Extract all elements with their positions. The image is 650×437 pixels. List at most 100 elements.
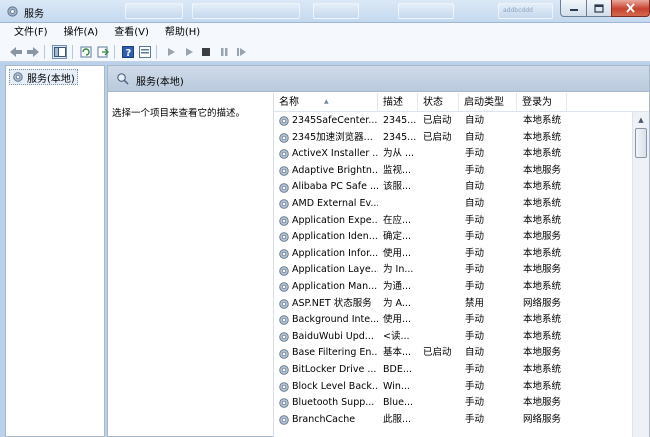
service-logon-as: 本地服务 [523, 347, 562, 359]
list-header: ▲ 名称 描述 状态 启动类型 登录为 [274, 93, 649, 112]
stop-service-button[interactable] [198, 45, 213, 59]
maximize-button[interactable] [586, 0, 612, 17]
service-row[interactable]: Block Level Back... Win... 手动 本地系统 [274, 379, 632, 396]
menu-file[interactable]: 文件(F) [6, 23, 56, 42]
toolbar: ? [0, 42, 650, 62]
service-row[interactable]: Application Iden... 确定... 手动 本地服务 [274, 229, 632, 246]
column-header-desc[interactable]: 描述 [378, 93, 418, 112]
scroll-up-arrow-icon[interactable]: ▲ [634, 113, 648, 127]
pause-service-button[interactable] [216, 45, 231, 59]
service-row[interactable]: Background Inte... 使用... 手动 本地系统 [274, 312, 632, 329]
help-icon: ? [121, 46, 134, 58]
service-row[interactable]: Alibaba PC Safe ... 该服... 自动 本地系统 [274, 179, 632, 196]
scroll-thumb[interactable] [635, 128, 647, 158]
service-row[interactable]: Application Laye... 为 In... 手动 本地服务 [274, 262, 632, 279]
show-hide-console-tree-button[interactable] [52, 45, 67, 59]
forward-button[interactable] [25, 45, 40, 59]
help-button[interactable]: ? [120, 45, 135, 59]
service-logon-as: 本地系统 [523, 314, 562, 326]
service-name: BaiduWubi Upd... [292, 330, 374, 342]
vertical-scrollbar[interactable]: ▲ [632, 112, 649, 437]
service-row[interactable]: Application Man... 为通... 手动 本地系统 [274, 279, 632, 296]
start-service-button[interactable] [163, 45, 178, 59]
refresh-button[interactable] [78, 45, 93, 59]
toolbar-separator [156, 45, 157, 59]
properties-button[interactable] [137, 45, 152, 59]
service-name: ActiveX Installer ... [292, 148, 378, 160]
maximize-icon [594, 3, 604, 13]
service-name: Block Level Back... [292, 380, 378, 392]
column-header-status[interactable]: 状态 [418, 93, 459, 112]
column-header-startup-type[interactable]: 启动类型 [459, 93, 517, 112]
service-row[interactable]: AMD External Ev... 自动 本地系统 [274, 196, 632, 213]
menu-bar: 文件(F) 操作(A) 查看(V) 帮助(H) [0, 23, 650, 42]
service-description: <读... [383, 330, 410, 342]
service-row[interactable]: BaiduWubi Upd... <读... 手动 本地系统 [274, 329, 632, 346]
back-button[interactable] [8, 45, 23, 59]
service-gear-icon [278, 165, 290, 177]
search-gear-icon [117, 73, 129, 85]
menu-help[interactable]: 帮助(H) [157, 23, 208, 42]
service-status [423, 312, 459, 329]
svg-text:?: ? [125, 48, 131, 58]
service-gear-icon [278, 364, 290, 376]
minimize-button[interactable] [560, 0, 587, 17]
service-logon-as: 本地系统 [523, 148, 562, 160]
export-list-button[interactable] [95, 45, 110, 59]
service-row[interactable]: 2345SafeCenter... 2345... 已启动 自动 本地系统 [274, 113, 632, 130]
service-startup-type: 手动 [465, 264, 485, 276]
service-startup-type: 禁用 [465, 297, 485, 309]
service-row[interactable]: BitLocker Drive ... BDE... 手动 本地系统 [274, 362, 632, 379]
service-logon-as: 本地系统 [523, 380, 562, 392]
service-description: 使用... [383, 314, 412, 326]
service-startup-type: 手动 [465, 397, 485, 409]
service-description: 使用... [383, 247, 412, 259]
service-startup-type: 自动 [465, 115, 485, 126]
resume-icon [237, 48, 246, 56]
service-row[interactable]: Adaptive Brightn... 监视... 手动 本地服务 [274, 163, 632, 180]
column-header-name[interactable]: ▲ 名称 [274, 93, 378, 112]
pause-icon [220, 48, 227, 56]
service-row[interactable]: Application Expe... 在应... 手动 本地系统 [274, 213, 632, 230]
column-header-logon-as[interactable]: 登录为 [517, 93, 567, 112]
service-logon-as: 本地系统 [523, 214, 562, 226]
service-startup-type: 手动 [465, 413, 485, 425]
play-icon [167, 48, 175, 56]
service-gear-icon [278, 198, 290, 210]
forward-icon [26, 47, 39, 57]
tree-item-services-local[interactable]: 服务(本地) [9, 69, 78, 85]
service-row[interactable]: 2345加速浏览器... 2345... 已启动 自动 本地系统 [274, 130, 632, 147]
start-service-alt-button[interactable] [181, 45, 196, 59]
service-description: Win... [383, 380, 410, 392]
service-status [423, 412, 459, 429]
service-startup-type: 手动 [465, 330, 485, 342]
service-row[interactable]: BranchCache 此服... 手动 网络服务 [274, 412, 632, 429]
close-button[interactable] [611, 0, 650, 17]
service-row[interactable]: Application Infor... 使用... 手动 本地系统 [274, 246, 632, 263]
service-description: 在应... [383, 214, 412, 226]
service-startup-type: 自动 [465, 347, 485, 359]
menu-view[interactable]: 查看(V) [106, 23, 157, 42]
service-status: 已启动 [423, 131, 452, 143]
resume-service-button[interactable] [234, 45, 249, 59]
service-status [423, 362, 459, 379]
service-row[interactable]: ActiveX Installer ... 为从 ... 手动 本地系统 [274, 146, 632, 163]
service-description [383, 196, 419, 213]
service-status [423, 213, 459, 230]
service-row[interactable]: Base Filtering En... 基本... 已启动 自动 本地服务 [274, 345, 632, 362]
services-list: ▲ 名称 描述 状态 启动类型 登录为 2345SafeCenter... 234… [273, 93, 649, 437]
service-description: 基本... [383, 347, 412, 359]
service-name: BranchCache [292, 413, 356, 425]
service-row[interactable]: Bluetooth Supp... Blue... 手动 本地服务 [274, 395, 632, 412]
service-logon-as: 本地系统 [523, 181, 562, 193]
menu-action[interactable]: 操作(A) [56, 23, 107, 42]
service-gear-icon [278, 414, 290, 426]
service-status [423, 163, 459, 180]
service-logon-as: 本地系统 [523, 131, 562, 143]
service-name: 2345SafeCenter... [292, 115, 378, 126]
service-name: Application Infor... [292, 247, 378, 259]
service-logon-as: 本地系统 [523, 247, 562, 259]
service-logon-as: 本地系统 [523, 281, 562, 292]
service-row[interactable]: ASP.NET 状态服务为 A... 禁用 网络服务 [274, 296, 632, 313]
service-logon-as: 网络服务 [523, 297, 562, 309]
